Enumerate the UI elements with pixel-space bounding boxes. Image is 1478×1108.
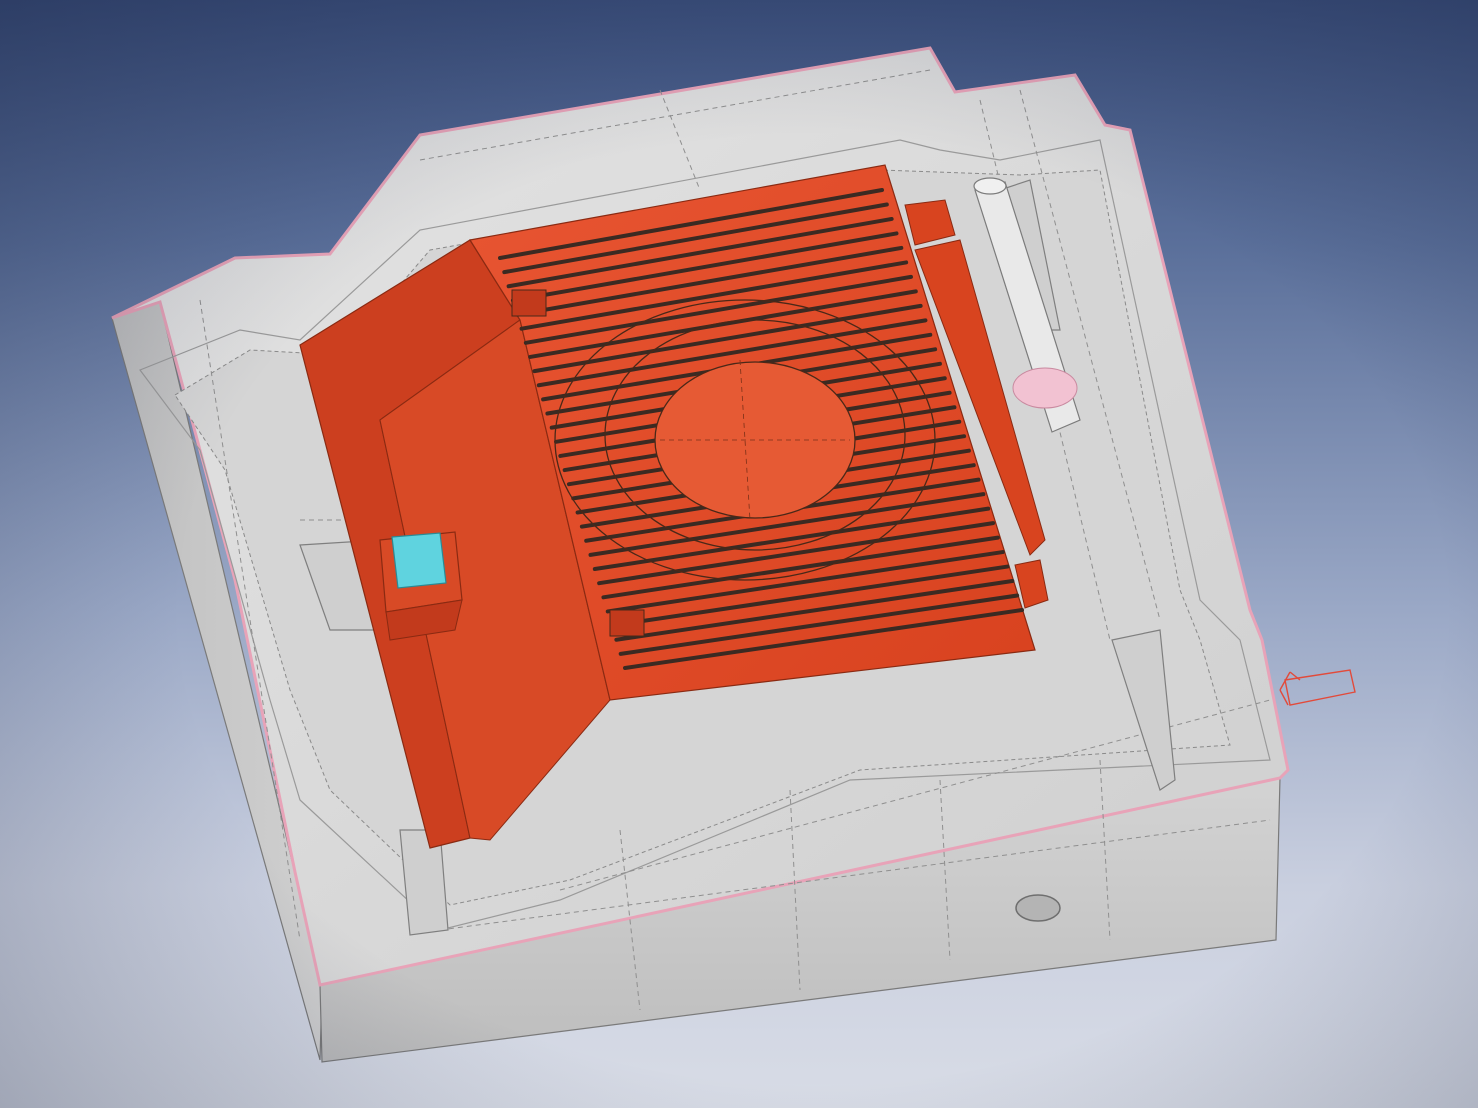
mounting-hole-icon[interactable] [1015,894,1061,922]
selected-face[interactable] [391,532,447,589]
cavity-corner-feature-bottom [609,609,645,637]
ejector-pin-highlight [1012,367,1078,409]
cavity-corner-feature-top [511,289,547,317]
cad-3d-viewport[interactable] [0,0,1478,1108]
selected-face-block[interactable] [379,531,463,641]
mold-model-canvas[interactable] [0,0,1478,1108]
coordinate-triad-icon[interactable] [1279,669,1356,706]
